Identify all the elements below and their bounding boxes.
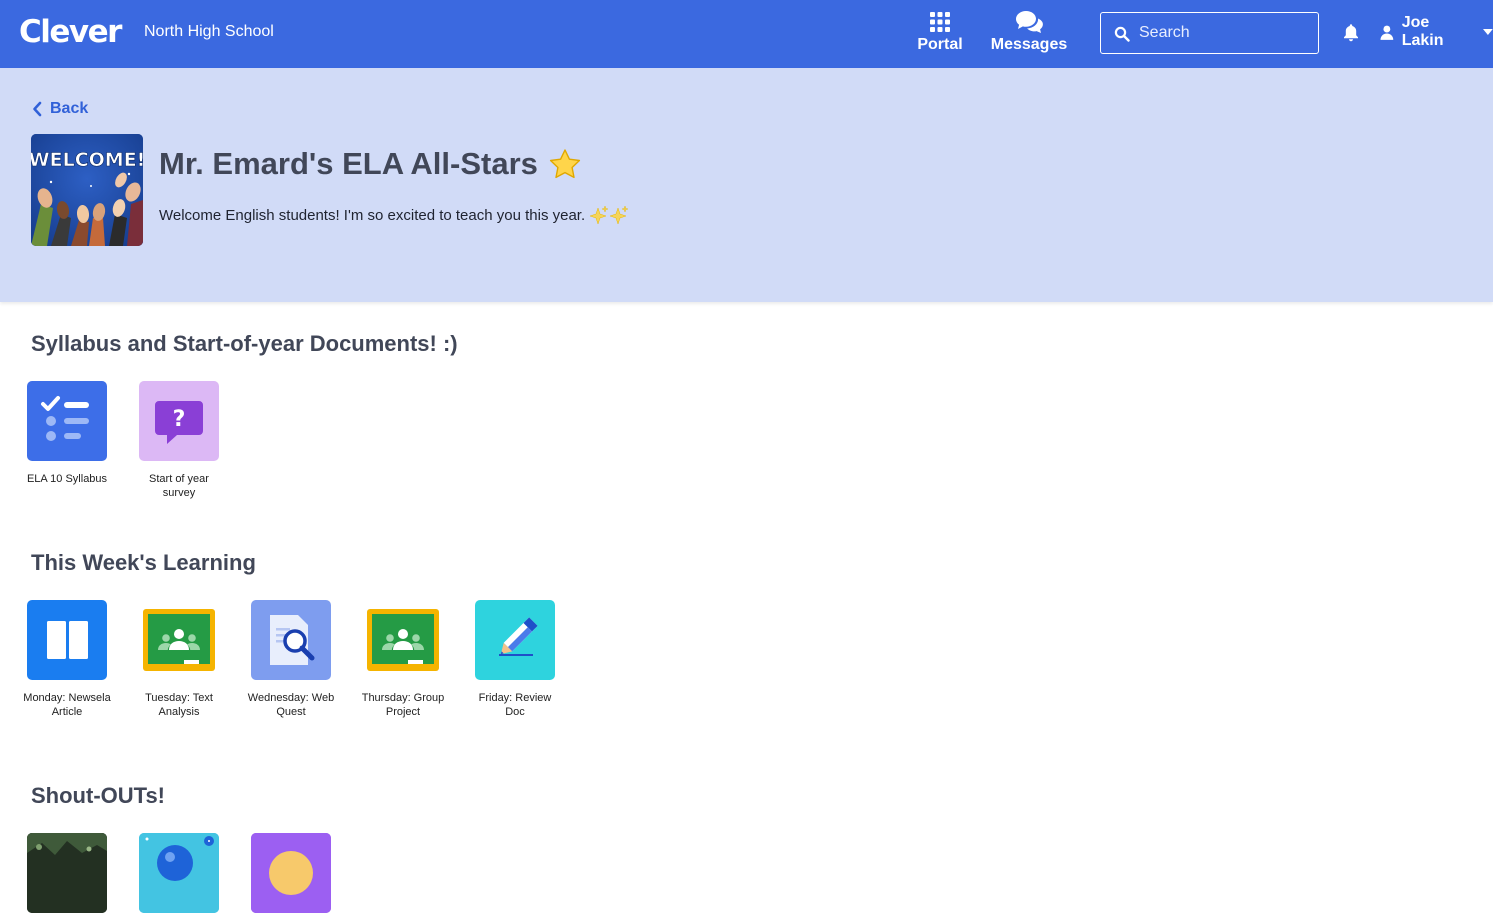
user-icon [1380, 25, 1394, 40]
portal-label: Portal [917, 36, 963, 53]
bell-icon[interactable] [1342, 23, 1360, 42]
svg-text:?: ? [173, 407, 186, 432]
sparkles-icon [589, 205, 629, 225]
messages-label: Messages [990, 36, 1068, 53]
photo-thumbnail-icon [27, 833, 107, 913]
resource-tile[interactable]: Tuesday: Text Analysis [129, 600, 229, 719]
resource-label: Friday: Review Doc [478, 692, 552, 718]
resource-tile[interactable]: Thursday: Group Project [353, 600, 453, 719]
resource-tile[interactable]: ELA 10 Syllabus [17, 381, 117, 486]
user-name: Joe Lakin [1401, 14, 1444, 49]
resource-label: Monday: Newsela Article [23, 692, 111, 718]
balloon-thumbnail-icon [139, 833, 219, 913]
resource-tile[interactable] [17, 833, 117, 913]
section-title-shoutouts: Shout-OUTs! [31, 783, 166, 808]
page-title-text: Mr. Emard's ELA All-Stars [159, 146, 538, 181]
resource-label: Start of year survey [149, 473, 209, 499]
clever-logo[interactable]: Clever [19, 12, 122, 52]
welcome-illustration: WELCOME! [31, 134, 143, 246]
school-name[interactable]: North High School [144, 22, 274, 42]
resource-tile[interactable] [241, 833, 341, 913]
grid-icon [930, 12, 950, 32]
welcome-image: WELCOME! [31, 134, 143, 246]
search-icon [1114, 26, 1130, 42]
chevron-down-icon [1483, 29, 1493, 35]
resource-tile[interactable]: Monday: Newsela Article [17, 600, 117, 719]
search-input[interactable] [1139, 22, 1309, 44]
resource-label: Wednesday: Web Quest [247, 692, 335, 718]
back-link[interactable]: Back [32, 99, 88, 119]
back-label: Back [50, 100, 89, 117]
star-icon [549, 149, 581, 179]
page-title: Mr. Emard's ELA All-Stars [159, 146, 582, 182]
top-nav-bar: Clever North High School Portal Messages [0, 0, 1493, 68]
resource-tile[interactable]: Wednesday: Web Quest [241, 600, 341, 719]
resource-label: ELA 10 Syllabus [26, 473, 108, 485]
page-description-text: Welcome English students! I'm so excited… [159, 206, 586, 224]
question-bubble-icon: ? [139, 381, 219, 461]
google-classroom-icon [363, 600, 443, 680]
portal-button[interactable]: Portal [912, 10, 968, 60]
messages-button[interactable]: Messages [986, 10, 1072, 60]
page-header: Back WELCOME! Mr. Emard's ELA All-Stars … [0, 68, 1493, 302]
chat-bubbles-icon [1016, 11, 1043, 33]
section-title-documents: Syllabus and Start-of-year Documents! :) [31, 331, 458, 356]
emoji-thumbnail-icon [251, 833, 331, 913]
resource-tile[interactable]: ? Start of year survey [129, 381, 229, 500]
pencil-icon [475, 600, 555, 680]
resource-tile[interactable]: Friday: Review Doc [465, 600, 565, 719]
chevron-left-icon [33, 101, 42, 117]
document-search-icon [251, 600, 331, 680]
user-menu[interactable]: Joe Lakin [1380, 14, 1493, 49]
section-title-weekly: This Week's Learning [31, 550, 256, 575]
resource-tile[interactable] [129, 833, 229, 913]
page-description: Welcome English students! I'm so excited… [159, 205, 630, 225]
newsela-book-icon [27, 600, 107, 680]
resource-label: Thursday: Group Project [361, 692, 445, 718]
checklist-icon [27, 381, 107, 461]
google-classroom-icon [139, 600, 219, 680]
resource-label: Tuesday: Text Analysis [145, 692, 213, 718]
search-box[interactable] [1100, 12, 1319, 54]
welcome-image-text: WELCOME! [31, 149, 143, 171]
